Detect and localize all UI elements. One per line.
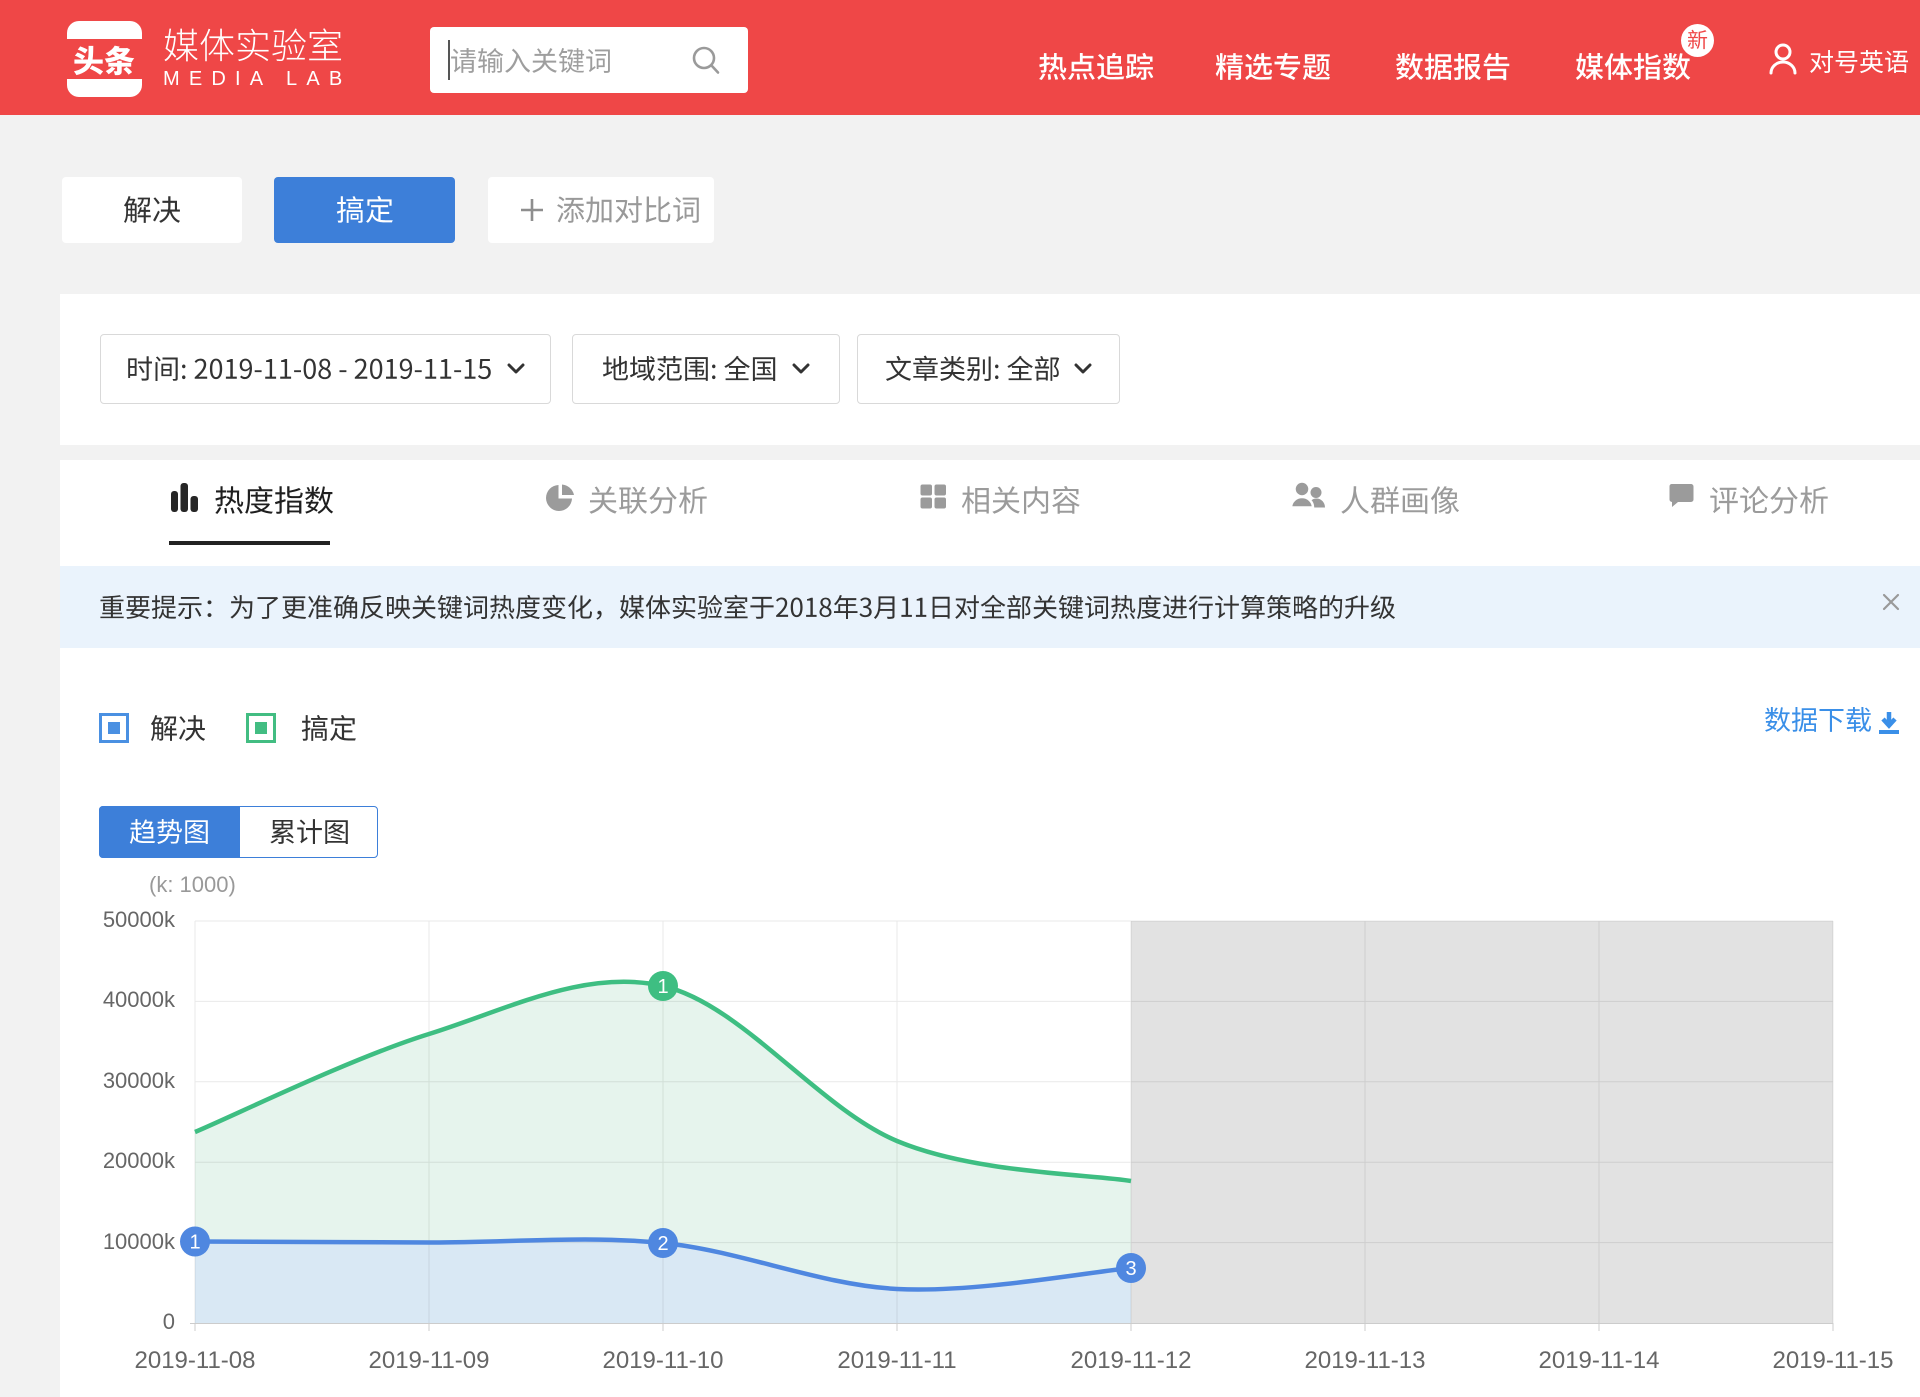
svg-text:2: 2 bbox=[657, 1233, 668, 1255]
svg-text:1: 1 bbox=[657, 976, 668, 998]
svg-text:3: 3 bbox=[1125, 1258, 1136, 1280]
svg-text:1: 1 bbox=[189, 1232, 200, 1254]
